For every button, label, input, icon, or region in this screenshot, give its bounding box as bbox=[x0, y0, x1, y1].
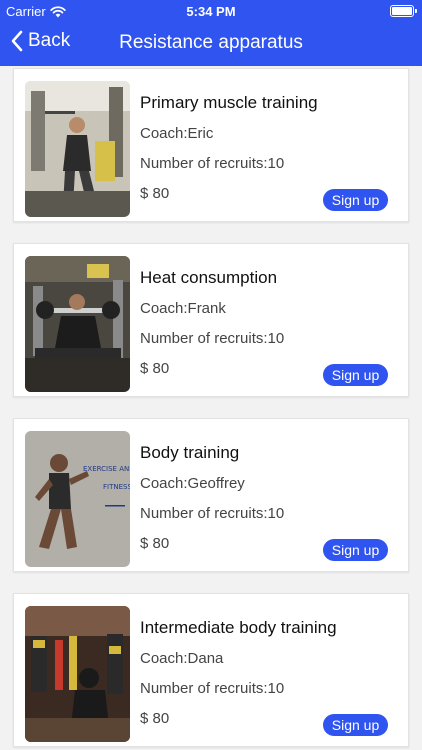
course-card[interactable]: Intermediate body training Coach:Dana Nu… bbox=[13, 593, 409, 747]
course-coach: Coach:Frank bbox=[140, 300, 226, 317]
poster-text-line-1: EXERCISE AND bbox=[83, 465, 130, 473]
page-title: Resistance apparatus bbox=[119, 32, 303, 53]
course-image: EXERCISE AND FITNESS bbox=[25, 431, 130, 567]
course-title: Primary muscle training bbox=[140, 93, 318, 112]
poster-text-line-2: FITNESS bbox=[103, 483, 130, 491]
sign-up-button[interactable]: Sign up bbox=[323, 714, 388, 736]
status-time: 5:34 PM bbox=[186, 4, 236, 19]
course-recruits: Number of recruits:10 bbox=[140, 155, 285, 172]
course-title: Body training bbox=[140, 443, 240, 462]
course-recruits: Number of recruits:10 bbox=[140, 680, 285, 697]
course-coach: Coach:Eric bbox=[140, 125, 214, 142]
battery-icon bbox=[390, 5, 417, 17]
course-price: $ 80 bbox=[140, 185, 170, 202]
sign-up-button[interactable]: Sign up bbox=[323, 189, 388, 211]
course-image bbox=[25, 606, 130, 742]
course-title: Intermediate body training bbox=[140, 618, 337, 637]
sign-up-button[interactable]: Sign up bbox=[323, 539, 388, 561]
course-title: Heat consumption bbox=[140, 268, 278, 287]
course-image bbox=[25, 256, 130, 392]
course-card[interactable]: Heat consumption Coach:Frank Number of r… bbox=[13, 243, 409, 397]
course-recruits: Number of recruits:10 bbox=[140, 330, 285, 347]
sign-up-button[interactable]: Sign up bbox=[323, 364, 388, 386]
course-image bbox=[25, 81, 130, 217]
app-header: Carrier 5:34 PM Back Resistance apparatu… bbox=[0, 0, 422, 66]
course-recruits: Number of recruits:10 bbox=[140, 505, 285, 522]
course-price: $ 80 bbox=[140, 360, 170, 377]
course-coach: Coach:Dana bbox=[140, 650, 224, 667]
course-card[interactable]: EXERCISE AND FITNESS Body training Coach… bbox=[13, 418, 409, 572]
status-bar: Carrier 5:34 PM bbox=[0, 0, 422, 22]
course-price: $ 80 bbox=[140, 710, 170, 727]
course-coach: Coach:Geoffrey bbox=[140, 475, 245, 492]
course-price: $ 80 bbox=[140, 535, 170, 552]
nav-bar: Back Resistance apparatus bbox=[0, 22, 422, 66]
course-card[interactable]: Primary muscle training Coach:Eric Numbe… bbox=[13, 68, 409, 222]
